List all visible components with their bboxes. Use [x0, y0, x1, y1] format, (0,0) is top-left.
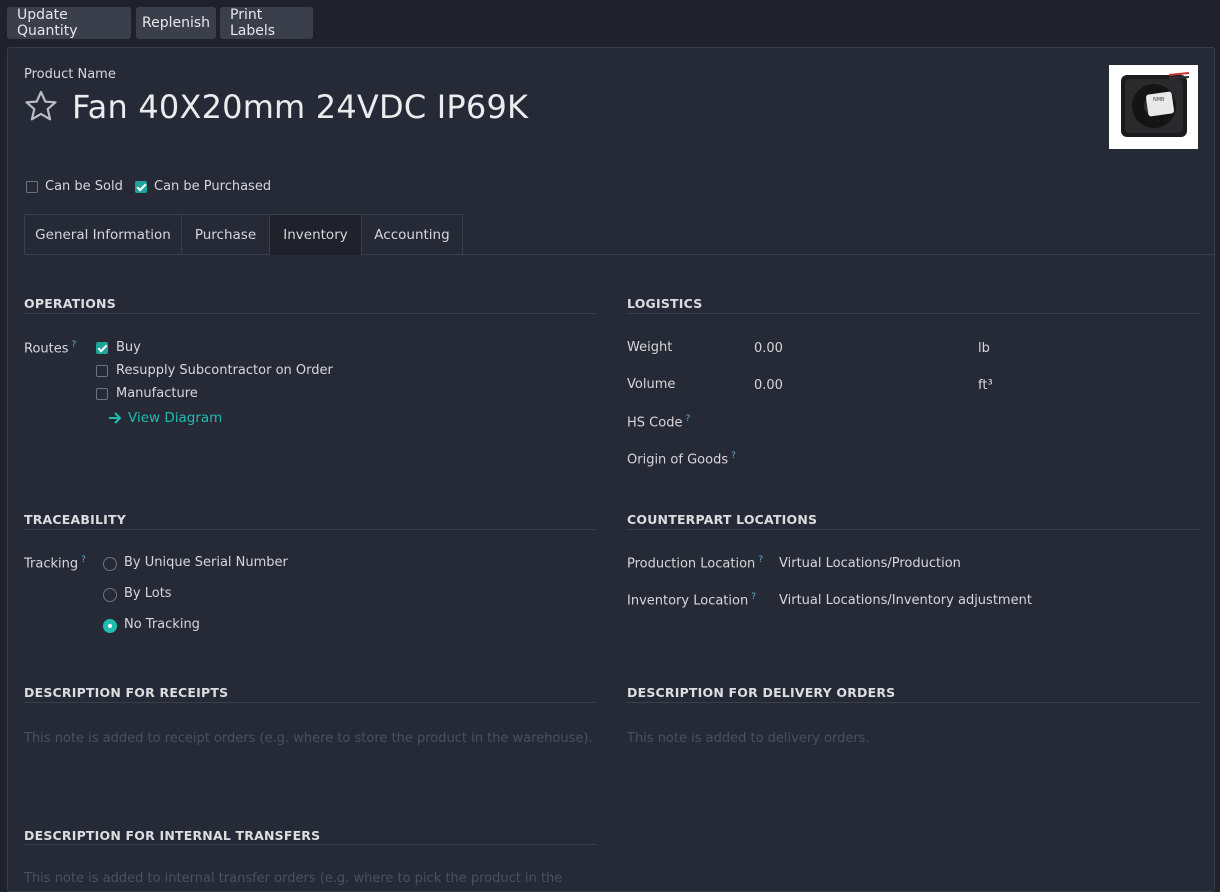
- internal-description-input[interactable]: This note is added to internal transfer …: [24, 871, 562, 886]
- volume-unit: ft³: [978, 378, 993, 393]
- counterpart-locations-title: COUNTERPART LOCATIONS: [627, 512, 818, 527]
- internal-transfers-title: DESCRIPTION FOR INTERNAL TRANSFERS: [24, 828, 321, 843]
- tracking-lots-radio[interactable]: [103, 588, 117, 602]
- replenish-button[interactable]: Replenish: [136, 7, 216, 39]
- route-manufacture-checkbox[interactable]: [96, 388, 108, 400]
- inventory-location-field[interactable]: Virtual Locations/Inventory adjustment: [779, 593, 1032, 608]
- weight-unit: lb: [978, 341, 990, 356]
- operations-divider: [24, 313, 596, 314]
- can-be-purchased-checkbox[interactable]: [135, 181, 147, 193]
- receipts-description-input[interactable]: This note is added to receipt orders (e.…: [24, 731, 593, 746]
- receipts-title: DESCRIPTION FOR RECEIPTS: [24, 685, 229, 700]
- product-name-label: Product Name: [24, 67, 116, 82]
- route-resupply-label[interactable]: Resupply Subcontractor on Order: [116, 363, 333, 378]
- logistics-divider: [627, 313, 1199, 314]
- tracking-none-label[interactable]: No Tracking: [124, 617, 200, 632]
- origin-help-icon[interactable]: ?: [731, 451, 736, 461]
- tab-purchase[interactable]: Purchase: [181, 214, 270, 254]
- routes-help-icon[interactable]: ?: [72, 340, 77, 350]
- hs-code-label: HS Code?: [627, 414, 691, 431]
- view-diagram-link[interactable]: View Diagram: [128, 410, 222, 426]
- tracking-serial-radio[interactable]: [103, 557, 117, 571]
- can-be-sold-checkbox[interactable]: [26, 181, 38, 193]
- tracking-help-icon[interactable]: ?: [81, 555, 86, 565]
- logistics-title: LOGISTICS: [627, 296, 703, 311]
- route-resupply-checkbox[interactable]: [96, 365, 108, 377]
- tab-inventory[interactable]: Inventory: [269, 214, 362, 255]
- volume-input[interactable]: 0.00: [754, 378, 783, 393]
- volume-label: Volume: [627, 377, 676, 392]
- svg-text:NMB: NMB: [1153, 97, 1165, 103]
- traceability-divider: [24, 529, 596, 530]
- product-image[interactable]: NMB: [1109, 65, 1198, 149]
- internal-transfers-divider: [24, 844, 596, 845]
- fan-image-icon: NMB: [1121, 72, 1190, 137]
- receipts-divider: [24, 702, 596, 703]
- hs-code-help-icon[interactable]: ?: [685, 414, 690, 424]
- form-sheet: Product Name Fan 40X20mm 24VDC IP69K NMB…: [7, 47, 1215, 892]
- tab-accounting[interactable]: Accounting: [361, 214, 463, 254]
- production-location-field[interactable]: Virtual Locations/Production: [779, 556, 961, 571]
- production-location-label: Production Location?: [627, 555, 764, 572]
- traceability-title: TRACEABILITY: [24, 512, 126, 527]
- star-icon[interactable]: [24, 90, 58, 122]
- can-be-sold-label[interactable]: Can be Sold: [45, 179, 123, 194]
- delivery-description-input[interactable]: This note is added to delivery orders.: [627, 731, 870, 746]
- routes-label: Routes?: [24, 340, 77, 357]
- operations-title: OPERATIONS: [24, 296, 116, 311]
- tracking-lots-label[interactable]: By Lots: [124, 586, 172, 601]
- tracking-label: Tracking?: [24, 555, 86, 572]
- delivery-title: DESCRIPTION FOR DELIVERY ORDERS: [627, 685, 896, 700]
- route-manufacture-label[interactable]: Manufacture: [116, 386, 198, 401]
- arrow-right-icon: [109, 412, 122, 424]
- tab-bar: General Information Purchase Inventory A…: [24, 214, 1214, 255]
- counterpart-divider: [627, 529, 1199, 530]
- inventory-help-icon[interactable]: ?: [751, 592, 756, 602]
- route-buy-label[interactable]: Buy: [116, 340, 141, 355]
- tab-general-information[interactable]: General Information: [24, 214, 182, 254]
- tracking-serial-label[interactable]: By Unique Serial Number: [124, 555, 288, 570]
- product-title[interactable]: Fan 40X20mm 24VDC IP69K: [72, 88, 528, 126]
- weight-label: Weight: [627, 340, 673, 355]
- route-buy-checkbox[interactable]: [96, 342, 108, 354]
- update-quantity-button[interactable]: Update Quantity: [7, 7, 131, 39]
- inventory-location-label: Inventory Location?: [627, 592, 756, 609]
- origin-of-goods-label: Origin of Goods?: [627, 451, 736, 468]
- delivery-divider: [627, 702, 1199, 703]
- weight-input[interactable]: 0.00: [754, 341, 783, 356]
- production-help-icon[interactable]: ?: [758, 555, 763, 565]
- can-be-purchased-label[interactable]: Can be Purchased: [154, 179, 271, 194]
- tracking-none-radio[interactable]: [103, 619, 117, 633]
- print-labels-button[interactable]: Print Labels: [220, 7, 313, 39]
